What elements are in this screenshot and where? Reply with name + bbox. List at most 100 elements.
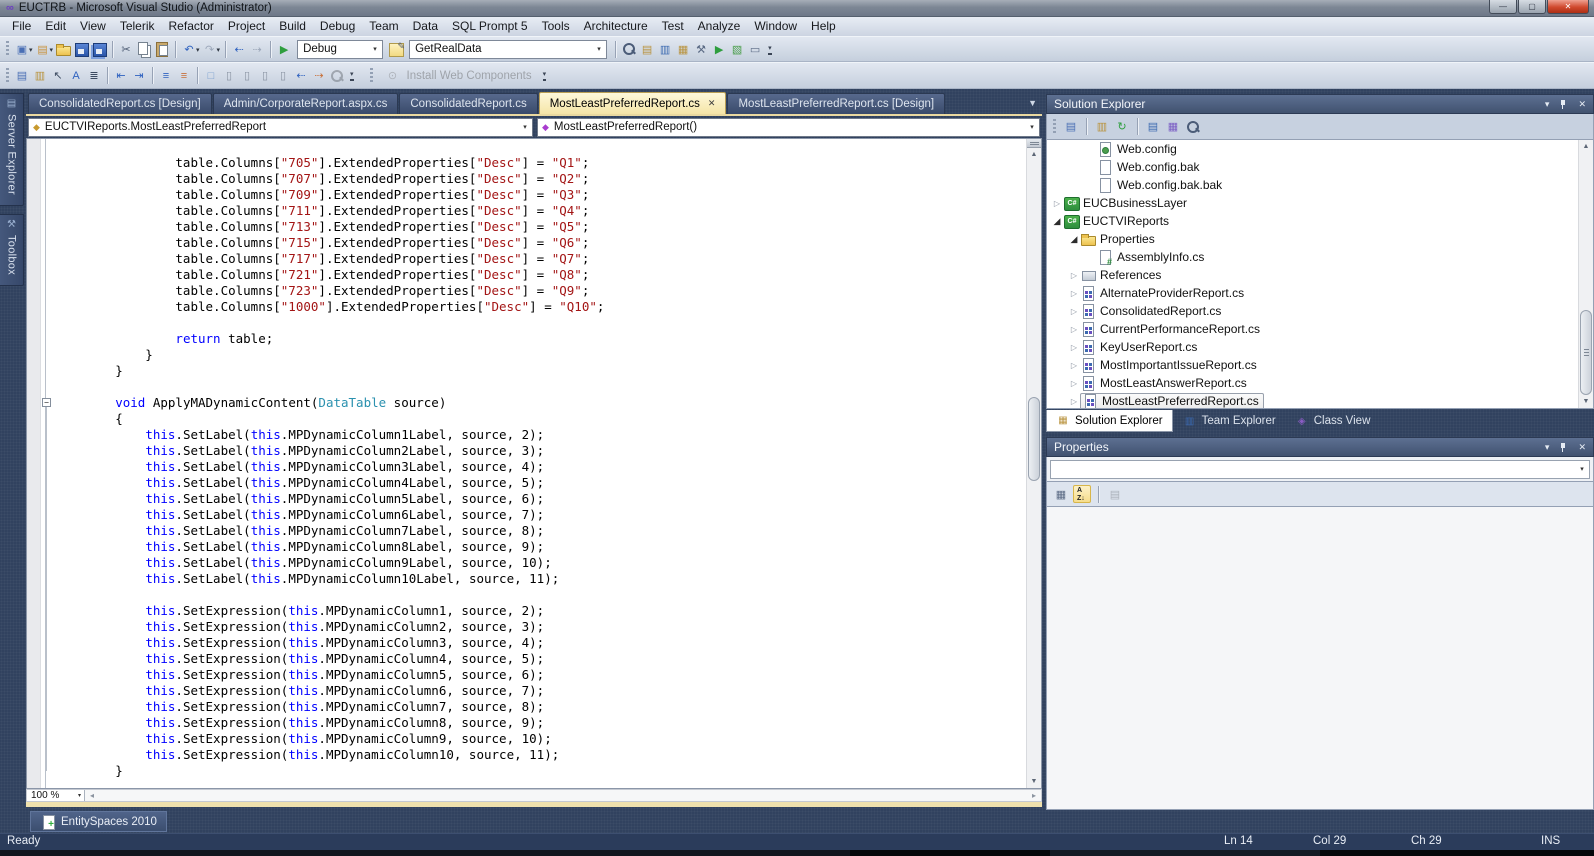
code-line[interactable]: this.SetExpression(this.MPDynamicColumn1… [55,603,1026,619]
start-debugging-icon[interactable]: ▶ [275,40,293,58]
code-line[interactable]: table.Columns["1000"].ExtendedProperties… [55,299,1026,315]
code-line[interactable] [55,315,1026,331]
code-line[interactable]: } [55,363,1026,379]
collapsed-arrow-icon[interactable]: ▷ [1068,307,1080,316]
command-window-icon[interactable]: ▶ [710,40,728,58]
tree-item-web-config[interactable]: Web.config [1047,140,1593,158]
whitespace-icon[interactable]: □ [202,67,220,85]
properties-pin-icon[interactable] [1559,442,1568,453]
scroll-right-icon[interactable]: ▸ [1027,791,1041,800]
properties-icon[interactable]: ▤ [1062,118,1080,136]
menu-data[interactable]: Data [406,18,445,35]
find-combo-dropdown-icon[interactable]: ▾ [592,41,606,58]
code-line[interactable]: return table; [55,331,1026,347]
menu-sql-prompt-5[interactable]: SQL Prompt 5 [445,18,535,35]
edit-style-icon[interactable]: A [67,67,85,85]
code-line[interactable]: this.SetLabel(this.MPDynamicColumn10Labe… [55,571,1026,587]
indicator-margin[interactable] [27,139,41,788]
window-position-icon[interactable]: ▾ [1545,99,1550,110]
object-browser-icon[interactable]: ▥ [656,40,674,58]
start-page-icon[interactable]: ▧ [728,40,746,58]
toolbar-overflow-icon[interactable]: ▾ [768,44,772,55]
toolbar-grip[interactable] [6,67,9,84]
properties-header[interactable]: Properties ▾ ✕ [1046,437,1594,457]
categorized-icon[interactable]: ▦ [1052,485,1070,503]
menu-refactor[interactable]: Refactor [162,18,221,35]
panel-tab-solution-explorer[interactable]: ▦ Solution Explorer [1046,410,1173,432]
decrease-indent-icon[interactable]: ⇤ [112,67,130,85]
code-line[interactable]: } [55,347,1026,363]
delete-comment-icon[interactable]: ▯ [274,67,292,85]
tree-item-properties[interactable]: ◢ Properties [1047,230,1593,248]
document-list-dropdown-icon[interactable]: ▼ [1028,98,1037,108]
tree-item-assemblyinfo-cs[interactable]: AssemblyInfo.cs [1047,248,1593,267]
navigate-forward-icon[interactable]: ⇢ [248,40,266,58]
close-button[interactable]: ✕ [1547,0,1589,14]
find-edit-icon[interactable] [387,40,405,58]
view-in-browser-icon[interactable]: ▥ [31,67,49,85]
code-editor[interactable]: − table.Columns["705"].ExtendedPropertie… [26,138,1042,789]
properties-position-icon[interactable]: ▾ [1545,442,1550,453]
paste-icon[interactable] [153,40,171,58]
toolbar-overflow-icon[interactable]: ▾ [542,70,547,81]
copy-icon[interactable] [135,40,153,58]
navigate-forward-document-icon[interactable]: ⇢ [310,67,328,85]
code-line[interactable]: table.Columns["715"].ExtendedProperties[… [55,235,1026,251]
document-outline-icon[interactable]: ≣ [85,67,103,85]
tree-item-currentperformancereport-cs[interactable]: ▷ CurrentPerformanceReport.cs [1047,320,1593,338]
menu-build[interactable]: Build [272,18,313,35]
collapsed-arrow-icon[interactable]: ▷ [1068,379,1080,388]
close-tab-icon[interactable]: ✕ [708,98,716,109]
find-symbol-result-icon[interactable] [328,67,346,85]
code-line[interactable]: this.SetLabel(this.MPDynamicColumn2Label… [55,443,1026,459]
tab-admin-corporatereport-aspx-cs[interactable]: Admin/CorporateReport.aspx.cs [212,93,399,114]
title-bar[interactable]: ∞ EUCTRB - Microsoft Visual Studio (Admi… [0,0,1594,17]
code-line[interactable]: this.SetExpression(this.MPDynamicColumn4… [55,651,1026,667]
code-line[interactable]: table.Columns["717"].ExtendedProperties[… [55,251,1026,267]
collapsed-arrow-icon[interactable]: ▷ [1068,271,1080,280]
code-line[interactable]: this.SetLabel(this.MPDynamicColumn6Label… [55,507,1026,523]
object-selector-dropdown-icon[interactable]: ▾ [1575,461,1589,478]
tree-item-alternateproviderreport-cs[interactable]: ▷ AlternateProviderReport.cs [1047,284,1593,302]
collapsed-arrow-icon[interactable]: ▷ [1068,289,1080,298]
code-line[interactable]: this.SetExpression(this.MPDynamicColumn2… [55,619,1026,635]
menu-analyze[interactable]: Analyze [691,18,748,35]
view-class-diagram-icon[interactable] [1184,118,1202,136]
menu-architecture[interactable]: Architecture [577,18,655,35]
code-line[interactable]: { [55,411,1026,427]
dock-tab-toolbox[interactable]: ⚒ Toolbox [0,213,24,286]
code-line[interactable]: this.SetLabel(this.MPDynamicColumn8Label… [55,539,1026,555]
previous-comment-icon[interactable]: ▯ [238,67,256,85]
alphabetical-icon[interactable] [1073,485,1091,503]
menu-test[interactable]: Test [655,18,691,35]
solution-configurations-combo[interactable]: Debug ▾ [297,39,384,59]
tab-consolidatedreport-cs[interactable]: ConsolidatedReport.cs [399,93,538,114]
split-handle[interactable] [1027,139,1041,148]
dock-tab-server-explorer[interactable]: ▤ Server Explorer [0,93,24,206]
tree-item-web-config-bak-bak[interactable]: Web.config.bak.bak [1047,176,1593,194]
code-line[interactable]: this.SetExpression(this.MPDynamicColumn7… [55,699,1026,715]
collapse-region-icon[interactable]: − [42,398,51,407]
code-line[interactable]: table.Columns["711"].ExtendedProperties[… [55,203,1026,219]
increase-indent-icon[interactable]: ⇥ [130,67,148,85]
tree-scrollbar[interactable]: ▲ ▼ [1578,140,1593,408]
collapsed-arrow-icon[interactable]: ▷ [1068,325,1080,334]
code-line[interactable]: } [55,763,1026,779]
pin-icon[interactable] [1559,99,1568,110]
tree-item-references[interactable]: ▷ References [1047,266,1593,284]
code-line[interactable]: this.SetLabel(this.MPDynamicColumn3Label… [55,459,1026,475]
tab-consolidatedreport-cs-design[interactable]: ConsolidatedReport.cs [Design] [28,93,212,114]
tree-item-consolidatedreport-cs[interactable]: ▷ ConsolidatedReport.cs [1047,302,1593,320]
view-designer-icon[interactable]: ▦ [1164,118,1182,136]
code-line[interactable]: void ApplyMADynamicContent(DataTable sou… [55,395,1026,411]
refresh-icon[interactable]: ↻ [1113,118,1131,136]
tab-mostleastpreferredreport-cs[interactable]: MostLeastPreferredReport.cs ✕ [538,92,727,114]
menu-file[interactable]: File [5,18,38,35]
entityspaces-tab[interactable]: EntitySpaces 2010 [30,811,167,832]
undo-icon[interactable]: ↶ [180,40,198,58]
collapsed-arrow-icon[interactable]: ▷ [1068,361,1080,370]
minimize-button[interactable]: — [1489,0,1517,14]
save-icon[interactable] [72,40,90,58]
select-element-icon[interactable]: ↖ [49,67,67,85]
toolbar-grip[interactable] [369,67,373,84]
